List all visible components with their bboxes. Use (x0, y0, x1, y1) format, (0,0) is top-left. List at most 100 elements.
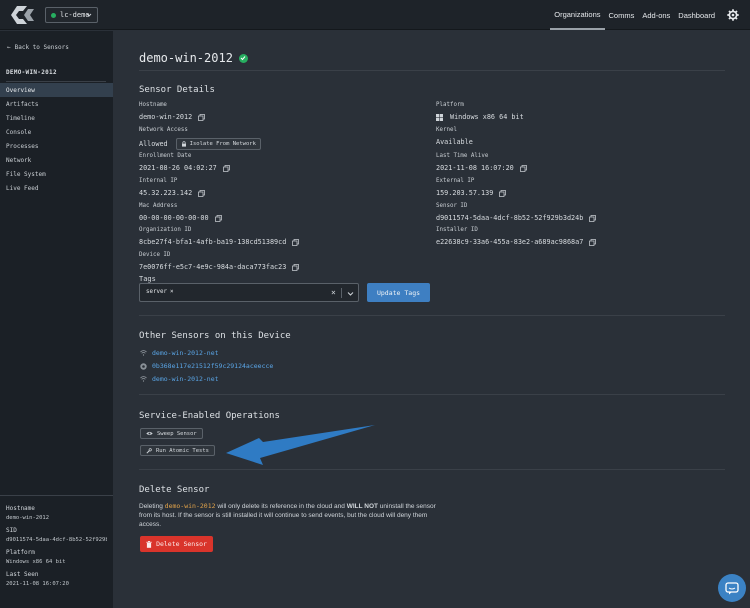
other-sensor-link[interactable]: demo-win-2012-net (152, 375, 219, 383)
copy-icon[interactable] (292, 263, 300, 271)
hostname-value-row: demo-win-2012 (139, 113, 206, 121)
sensor-id-field: Sensor ID d9011574-5daa-4dcf-8b52-52f929… (436, 203, 597, 222)
sidebar-item-network[interactable]: Network (0, 153, 113, 167)
arrow-left-icon: ← (7, 44, 11, 51)
sidebar-item-overview[interactable]: Overview (0, 83, 113, 97)
divider (139, 394, 725, 395)
copy-icon[interactable] (589, 238, 597, 246)
sidebar: ← Back to Sensors DEMO-WIN-2012 Overview… (0, 31, 113, 608)
sidebar-platform-value: Windows x86 64 bit (6, 559, 66, 565)
copy-icon[interactable] (222, 164, 230, 172)
nav-add-ons[interactable]: Add-ons (638, 0, 674, 30)
copy-icon[interactable] (292, 238, 300, 246)
network-access-field: Network Access Allowed Isolate From Netw… (139, 127, 261, 150)
operations-title: Service-Enabled Operations (139, 411, 280, 421)
device-id-value-row: 7e0076ff-e5c7-4e9c-984a-daca773fac23 (139, 263, 300, 271)
delete-sensor-description: Deleting demo-win-2012 will only delete … (139, 502, 439, 529)
limacharlie-logo-icon[interactable] (7, 3, 37, 27)
other-sensor-item[interactable]: demo-win-2012-net (140, 375, 219, 383)
chevron-down-icon[interactable] (347, 290, 354, 297)
divider (139, 70, 725, 71)
copy-icon[interactable] (198, 113, 206, 121)
isolate-from-network-button[interactable]: Isolate From Network (175, 138, 261, 150)
sidebar-item-console[interactable]: Console (0, 125, 113, 139)
sweep-sensor-label: Sweep Sensor (157, 430, 197, 437)
isolate-from-network-label: Isolate From Network (189, 141, 256, 147)
mac-address-label: Mac Address (139, 203, 178, 209)
internal-ip-value-row: 45.32.223.142 (139, 189, 206, 197)
sidebar-last-seen-value: 2021-11-08 16:07:20 (6, 581, 69, 587)
last-time-alive-value: 2021-11-08 16:07:20 (436, 164, 514, 172)
network-access-value: Allowed (139, 140, 168, 148)
other-sensor-item[interactable]: demo-win-2012-net (140, 349, 219, 357)
mac-address-value-row: 00-00-00-00-00-00 (139, 214, 222, 222)
delete-sensor-button[interactable]: Delete Sensor (140, 536, 213, 552)
network-access-value-row: Allowed Isolate From Network (139, 138, 261, 150)
sensor-details-title: Sensor Details (139, 85, 215, 95)
sensor-id-value-row: d9011574-5daa-4dcf-8b52-52f929b3d24b (436, 214, 597, 222)
run-atomic-tests-button[interactable]: Run Atomic Tests (140, 445, 215, 456)
sidebar-item-file-system[interactable]: File System (0, 167, 113, 181)
sidebar-sensor-heading: DEMO-WIN-2012 (6, 69, 106, 82)
hostname-field: Hostname demo-win-2012 (139, 102, 206, 121)
mac-address-value: 00-00-00-00-00-00 (139, 214, 209, 222)
sidebar-item-artifacts[interactable]: Artifacts (0, 97, 113, 111)
sensor-id-value: d9011574-5daa-4dcf-8b52-52f929b3d24b (436, 214, 584, 222)
sidebar-nav: Overview Artifacts Timeline Console Proc… (0, 83, 113, 195)
tag-chip: server × (146, 289, 173, 295)
enrollment-date-label: Enrollment Date (139, 153, 192, 159)
other-sensor-item[interactable]: 0b368e117e21512f59c29124aceecce (140, 362, 273, 370)
sidebar-item-live-feed[interactable]: Live Feed (0, 181, 113, 195)
windows-icon (436, 113, 443, 121)
tags-input[interactable]: server × × (139, 283, 359, 302)
top-nav: Organizations Comms Add-ons Dashboard (550, 0, 750, 30)
copy-icon[interactable] (214, 214, 222, 222)
sidebar-platform-label: Platform (6, 549, 35, 556)
annotation-arrow-icon (226, 425, 375, 465)
gear-icon[interactable] (727, 9, 739, 21)
online-status-icon (51, 12, 56, 18)
delete-sensor-title: Delete Sensor (139, 485, 210, 495)
other-sensor-link[interactable]: demo-win-2012-net (152, 349, 219, 357)
installer-id-value: e22638c9-33a6-455a-83e2-a689ac9868a7 (436, 238, 584, 246)
clear-tags-icon[interactable]: × (331, 288, 336, 297)
copy-icon[interactable] (589, 214, 597, 222)
top-bar: lc-demo Organizations Comms Add-ons Dash… (0, 0, 750, 30)
kernel-value: Available (436, 138, 473, 146)
chat-button[interactable] (718, 574, 746, 602)
delete-sensor-label: Delete Sensor (156, 540, 207, 548)
sidebar-item-timeline[interactable]: Timeline (0, 111, 113, 125)
other-sensor-link[interactable]: 0b368e117e21512f59c29124aceecce (152, 362, 273, 370)
internal-ip-field: Internal IP 45.32.223.142 (139, 178, 206, 197)
other-sensors-title: Other Sensors on this Device (139, 331, 291, 341)
network-access-label: Network Access (139, 127, 188, 133)
sidebar-last-seen-label: Last Seen (6, 571, 39, 578)
run-atomic-tests-label: Run Atomic Tests (156, 447, 209, 454)
chat-icon (725, 581, 739, 594)
nav-dashboard[interactable]: Dashboard (674, 0, 719, 30)
external-ip-value-row: 159.203.57.139 (436, 189, 507, 197)
copy-icon[interactable] (198, 189, 206, 197)
trash-icon (146, 540, 152, 548)
installer-id-value-row: e22638c9-33a6-455a-83e2-a689ac9868a7 (436, 238, 597, 246)
hostname-label: Hostname (139, 102, 167, 108)
platform-field: Platform Windows x86 64 bit (436, 102, 524, 121)
external-ip-field: External IP 159.203.57.139 (436, 178, 507, 197)
remove-tag-icon[interactable]: × (170, 289, 174, 295)
sidebar-hostname-label: Hostname (6, 505, 35, 512)
sweep-sensor-button[interactable]: Sweep Sensor (140, 428, 203, 439)
copy-icon[interactable] (499, 189, 507, 197)
nav-organizations[interactable]: Organizations (550, 0, 605, 30)
wifi-icon (140, 350, 147, 356)
sidebar-item-processes[interactable]: Processes (0, 139, 113, 153)
copy-icon[interactable] (519, 164, 527, 172)
update-tags-button[interactable]: Update Tags (367, 283, 430, 302)
org-select[interactable]: lc-demo (45, 7, 98, 23)
delete-text-part: will only delete its reference in the cl… (215, 503, 347, 510)
eye-icon (146, 431, 153, 436)
back-to-sensors-link[interactable]: ← Back to Sensors (7, 44, 69, 51)
mac-address-field: Mac Address 00-00-00-00-00-00 (139, 203, 222, 222)
nav-comms[interactable]: Comms (605, 0, 639, 30)
external-ip-value: 159.203.57.139 (436, 189, 494, 197)
organization-id-field: Organization ID 8cbe27f4-bfa1-4afb-ba19-… (139, 227, 300, 246)
